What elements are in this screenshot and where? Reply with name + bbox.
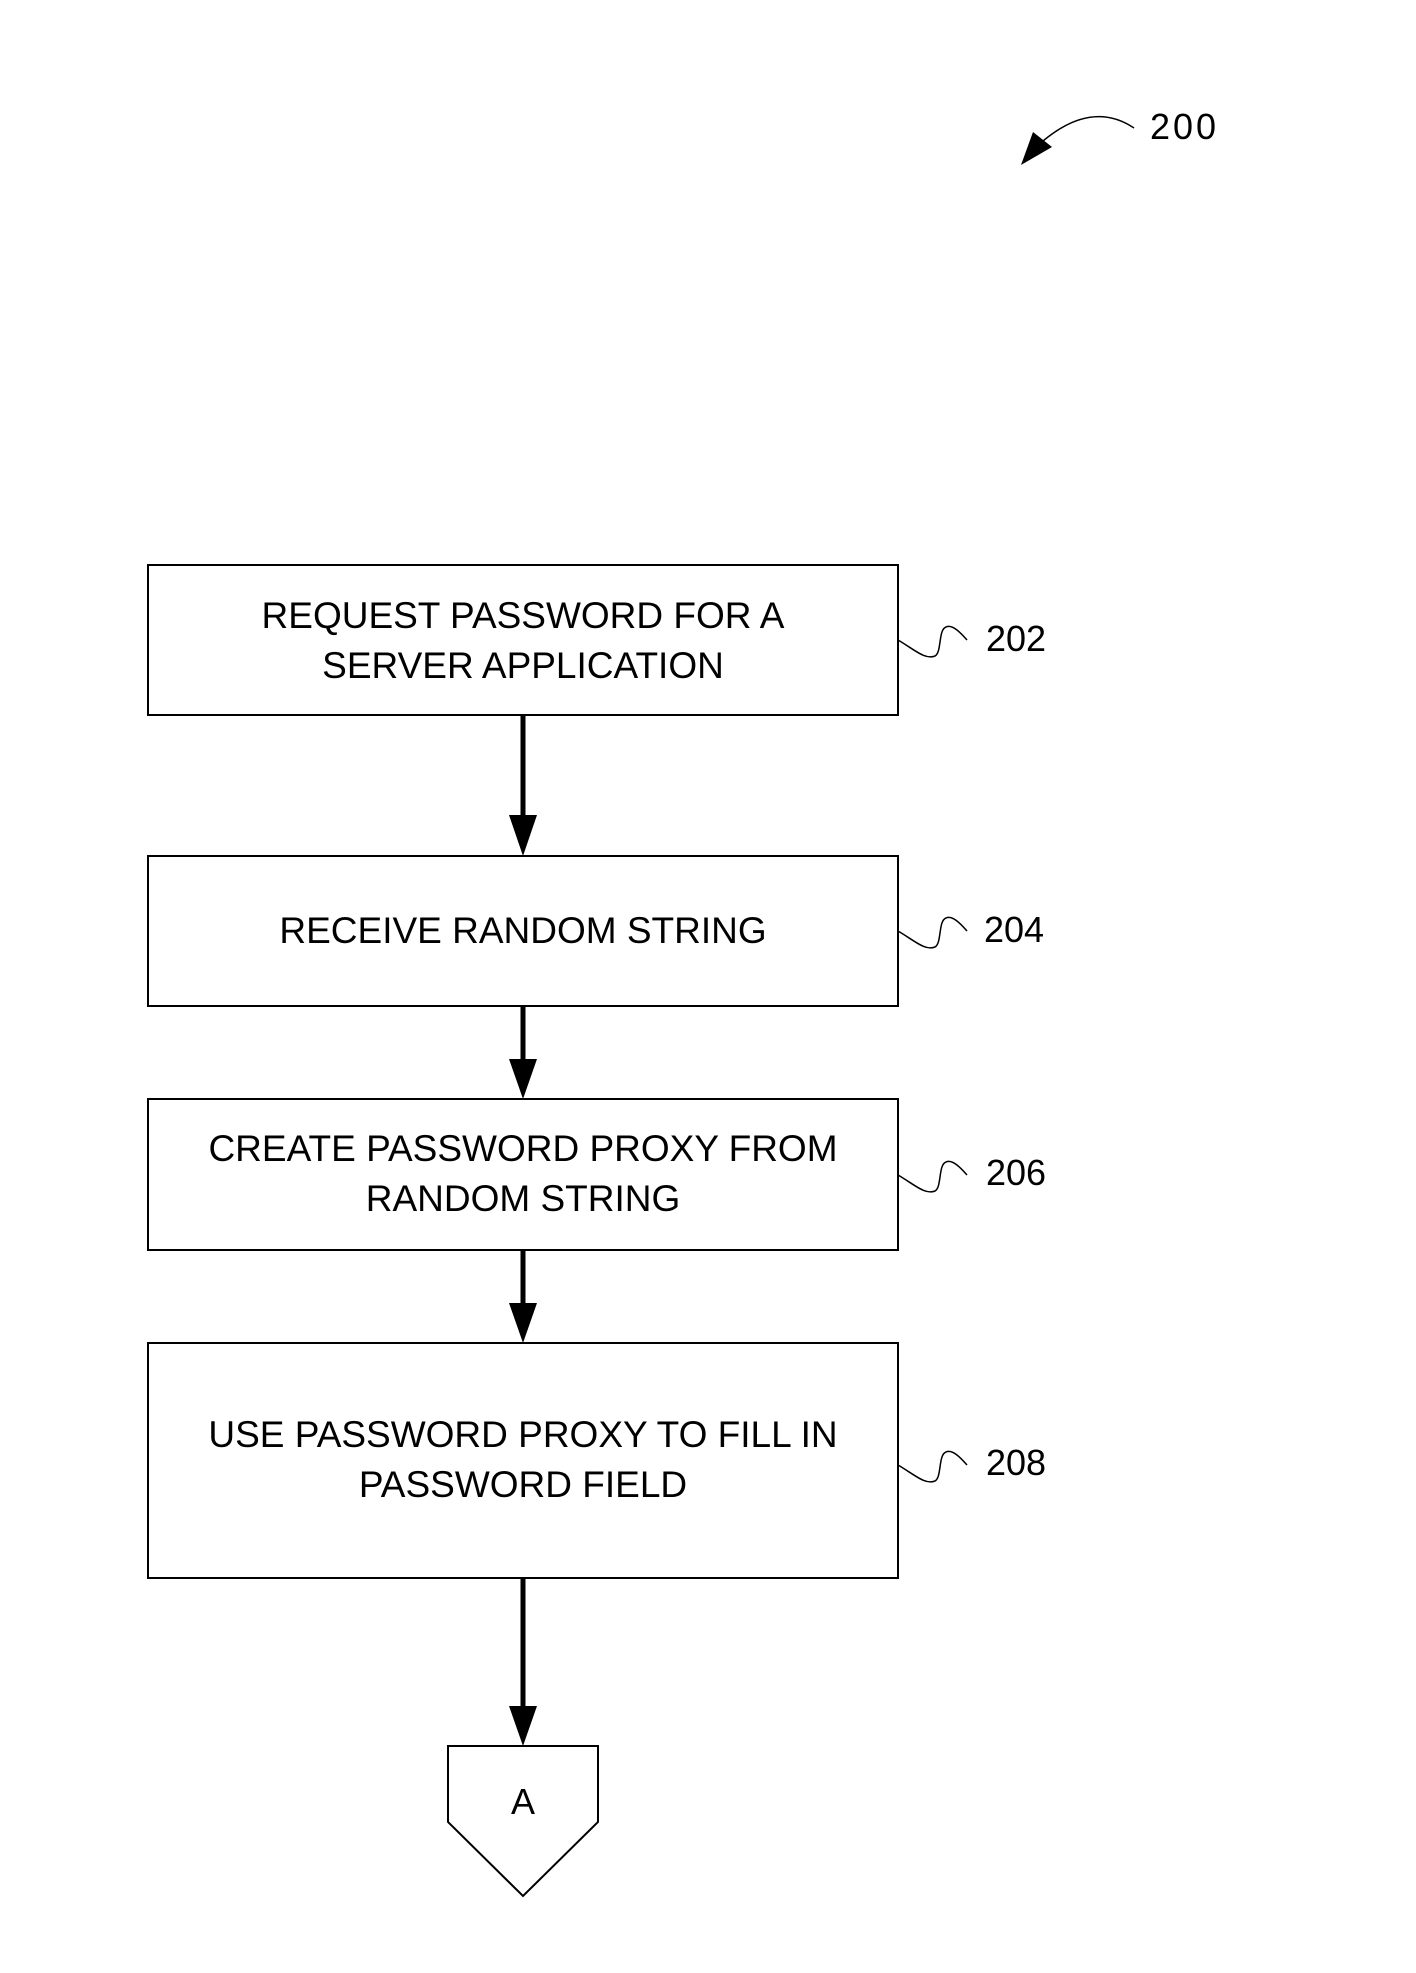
connector-label: A (511, 1781, 535, 1822)
flowchart-diagram: 200 REQUEST PASSWORD FOR A SERVER APPLIC… (147, 106, 1219, 1898)
step-text-line-2: SERVER APPLICATION (322, 645, 724, 686)
step-leader-squiggle (897, 916, 968, 949)
figure-reference: 200 (1021, 106, 1219, 165)
step-208: USE PASSWORD PROXY TO FILL IN PASSWORD F… (147, 1342, 1046, 1579)
step-206: CREATE PASSWORD PROXY FROM RANDOM STRING… (147, 1098, 1046, 1251)
arrow-down-icon (509, 1059, 537, 1099)
flow-arrow-208-connector (509, 1578, 537, 1746)
step-box (147, 1098, 899, 1251)
flow-arrow-202-204 (509, 715, 537, 856)
step-ref-number: 206 (986, 1152, 1046, 1193)
off-page-connector: A (447, 1745, 599, 1898)
step-leader-squiggle (897, 1160, 968, 1193)
step-202: REQUEST PASSWORD FOR A SERVER APPLICATIO… (147, 564, 1046, 716)
step-text-line-1: CREATE PASSWORD PROXY FROM (208, 1128, 837, 1169)
step-leader-squiggle (897, 1450, 968, 1483)
step-leader-squiggle (897, 625, 968, 658)
step-box (147, 1342, 899, 1579)
step-text-line-1: REQUEST PASSWORD FOR A (262, 595, 785, 636)
step-box (147, 564, 899, 716)
step-ref-number: 204 (984, 909, 1044, 950)
step-text-line-2: RANDOM STRING (366, 1178, 681, 1219)
step-text-line-1: USE PASSWORD PROXY TO FILL IN (208, 1414, 837, 1455)
step-204: RECEIVE RANDOM STRING 204 (147, 855, 1044, 1007)
flow-arrow-206-208 (509, 1250, 537, 1343)
arrow-down-icon (509, 1706, 537, 1746)
step-text-line-2: PASSWORD FIELD (359, 1464, 687, 1505)
flow-arrow-204-206 (509, 1006, 537, 1099)
step-ref-number: 208 (986, 1442, 1046, 1483)
step-ref-number: 202 (986, 618, 1046, 659)
step-text-line-1: RECEIVE RANDOM STRING (279, 910, 766, 951)
figure-reference-curve (1042, 116, 1135, 142)
arrow-down-icon (509, 815, 537, 856)
figure-number: 200 (1150, 106, 1219, 147)
arrow-down-icon (509, 1303, 537, 1343)
